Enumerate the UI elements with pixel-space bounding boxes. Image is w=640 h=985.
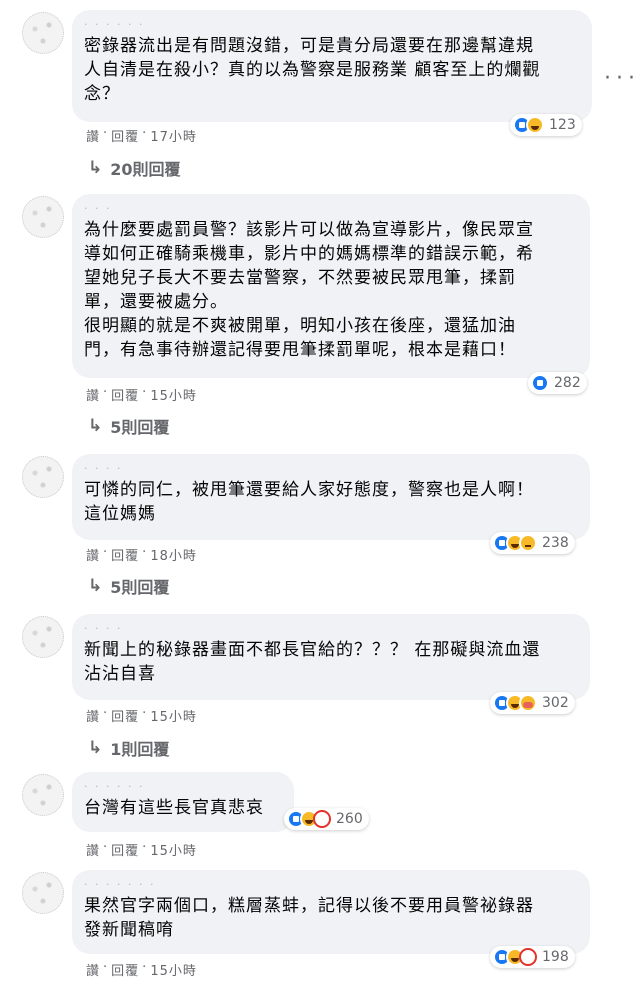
comment-text: 為什麼要處罰員警？該影片可以做為宣導影片，像民眾宣 導如何正確騎乘機車，影片中的… bbox=[84, 220, 534, 360]
comment-text: 密錄器流出是有問題沒錯，可是貴分局還要在那邊幫違規 人自清是在殺小？真的以為警察… bbox=[84, 36, 541, 104]
reply-arrow-icon: ↳ bbox=[88, 416, 103, 436]
reply-arrow-icon: ↳ bbox=[88, 158, 103, 178]
comment-time[interactable]: 18小時 bbox=[150, 545, 197, 564]
like-button[interactable]: 讚 bbox=[86, 706, 100, 725]
reaction-summary[interactable]: 260 bbox=[284, 808, 369, 830]
like-button[interactable]: 讚 bbox=[86, 840, 100, 859]
comment-bubble: · · · · 可憐的同仁，被甩筆還要給人家好態度，警察也是人啊！ 這位媽媽 bbox=[72, 454, 590, 540]
reaction-count: 282 bbox=[554, 375, 581, 391]
comment-actions: 讚 · 回覆 · 17小時 bbox=[86, 126, 197, 145]
reaction-count: 198 bbox=[542, 949, 569, 965]
reply-button[interactable]: 回覆 bbox=[111, 545, 139, 564]
avatar[interactable] bbox=[22, 774, 64, 816]
reply-arrow-icon: ↳ bbox=[88, 576, 103, 596]
reaction-summary[interactable]: 302 bbox=[490, 692, 575, 714]
reply-button[interactable]: 回覆 bbox=[111, 126, 139, 145]
view-replies-link[interactable]: ↳ 20則回覆 bbox=[88, 156, 181, 180]
comment-time[interactable]: 17小時 bbox=[150, 126, 197, 145]
comment-bubble: · · · · · · 密錄器流出是有問題沒錯，可是貴分局還要在那邊幫違規 人自… bbox=[72, 10, 592, 122]
comment-actions: 讚 · 回覆 · 15小時 bbox=[86, 706, 197, 725]
comment-text: 果然官字兩個口，糕層蒸蚌，記得以後不要用員警祕錄器 發新聞稿唷 bbox=[84, 896, 534, 940]
comment-text: 新聞上的秘錄器畫面不都長官給的？？？ 在那礙與流血還 沾沾自喜 bbox=[84, 640, 541, 684]
like-button[interactable]: 讚 bbox=[86, 385, 100, 404]
comment-time[interactable]: 15小時 bbox=[150, 840, 197, 859]
reply-arrow-icon: ↳ bbox=[88, 738, 103, 758]
reaction-count: 123 bbox=[549, 117, 576, 133]
replies-label: 5則回覆 bbox=[110, 418, 170, 437]
reaction-summary[interactable]: 123 bbox=[510, 114, 582, 136]
like-button[interactable]: 讚 bbox=[86, 126, 100, 145]
comment-bubble: · · · · · · · 果然官字兩個口，糕層蒸蚌，記得以後不要用員警祕錄器 … bbox=[72, 870, 590, 954]
view-replies-link[interactable]: ↳ 5則回覆 bbox=[88, 574, 169, 598]
avatar[interactable] bbox=[22, 616, 64, 658]
replies-label: 5則回覆 bbox=[110, 578, 170, 597]
reply-button[interactable]: 回覆 bbox=[111, 840, 139, 859]
like-reaction-icon bbox=[531, 374, 549, 392]
comment-time[interactable]: 15小時 bbox=[150, 385, 197, 404]
reaction-count: 260 bbox=[336, 811, 363, 827]
comment-author[interactable]: · · · bbox=[84, 202, 578, 216]
reply-button[interactable]: 回覆 bbox=[111, 960, 139, 979]
haha-reaction-icon bbox=[526, 116, 544, 134]
comment-author[interactable]: · · · · · · bbox=[84, 18, 580, 32]
like-button[interactable]: 讚 bbox=[86, 545, 100, 564]
comment-actions: 讚 · 回覆 · 15小時 bbox=[86, 960, 197, 979]
replies-label: 20則回覆 bbox=[110, 160, 181, 179]
reply-button[interactable]: 回覆 bbox=[111, 706, 139, 725]
comment-actions: 讚 · 回覆 · 15小時 bbox=[86, 840, 197, 859]
replies-label: 1則回覆 bbox=[110, 740, 170, 759]
ellipsis-icon[interactable]: · · · bbox=[604, 66, 635, 91]
comment-bubble: · · · · · · 台灣有這些長官真悲哀 bbox=[72, 772, 294, 832]
reply-button[interactable]: 回覆 bbox=[111, 385, 139, 404]
avatar[interactable] bbox=[22, 12, 64, 54]
comment-author[interactable]: · · · · bbox=[84, 622, 578, 636]
avatar[interactable] bbox=[22, 872, 64, 914]
like-button[interactable]: 讚 bbox=[86, 960, 100, 979]
sad-reaction-icon bbox=[519, 534, 537, 552]
reaction-summary[interactable]: 238 bbox=[490, 532, 575, 554]
view-replies-link[interactable]: ↳ 5則回覆 bbox=[88, 414, 169, 438]
comment-bubble: · · · · 新聞上的秘錄器畫面不都長官給的？？？ 在那礙與流血還 沾沾自喜 bbox=[72, 614, 590, 700]
comment-text: 可憐的同仁，被甩筆還要給人家好態度，警察也是人啊！ 這位媽媽 bbox=[84, 480, 534, 524]
comment-author[interactable]: · · · · · · bbox=[84, 780, 282, 794]
comment-author[interactable]: · · · · bbox=[84, 462, 578, 476]
reaction-summary[interactable]: 282 bbox=[528, 372, 587, 394]
comment-actions: 讚 · 回覆 · 15小時 bbox=[86, 385, 197, 404]
comment-author[interactable]: · · · · · · · bbox=[84, 878, 578, 892]
avatar[interactable] bbox=[22, 196, 64, 238]
comment-text: 台灣有這些長官真悲哀 bbox=[84, 798, 264, 818]
comment-bubble: · · · 為什麼要處罰員警？該影片可以做為宣導影片，像民眾宣 導如何正確騎乘機… bbox=[72, 194, 590, 378]
reaction-count: 302 bbox=[542, 695, 569, 711]
comment-time[interactable]: 15小時 bbox=[150, 960, 197, 979]
view-replies-link[interactable]: ↳ 1則回覆 bbox=[88, 736, 169, 760]
reaction-summary[interactable]: 198 bbox=[490, 946, 575, 968]
love-reaction-icon bbox=[313, 810, 331, 828]
love-reaction-icon bbox=[519, 948, 537, 966]
care-reaction-icon bbox=[519, 694, 537, 712]
comment-time[interactable]: 15小時 bbox=[150, 706, 197, 725]
avatar[interactable] bbox=[22, 456, 64, 498]
reaction-count: 238 bbox=[542, 535, 569, 551]
comment-actions: 讚 · 回覆 · 18小時 bbox=[86, 545, 197, 564]
